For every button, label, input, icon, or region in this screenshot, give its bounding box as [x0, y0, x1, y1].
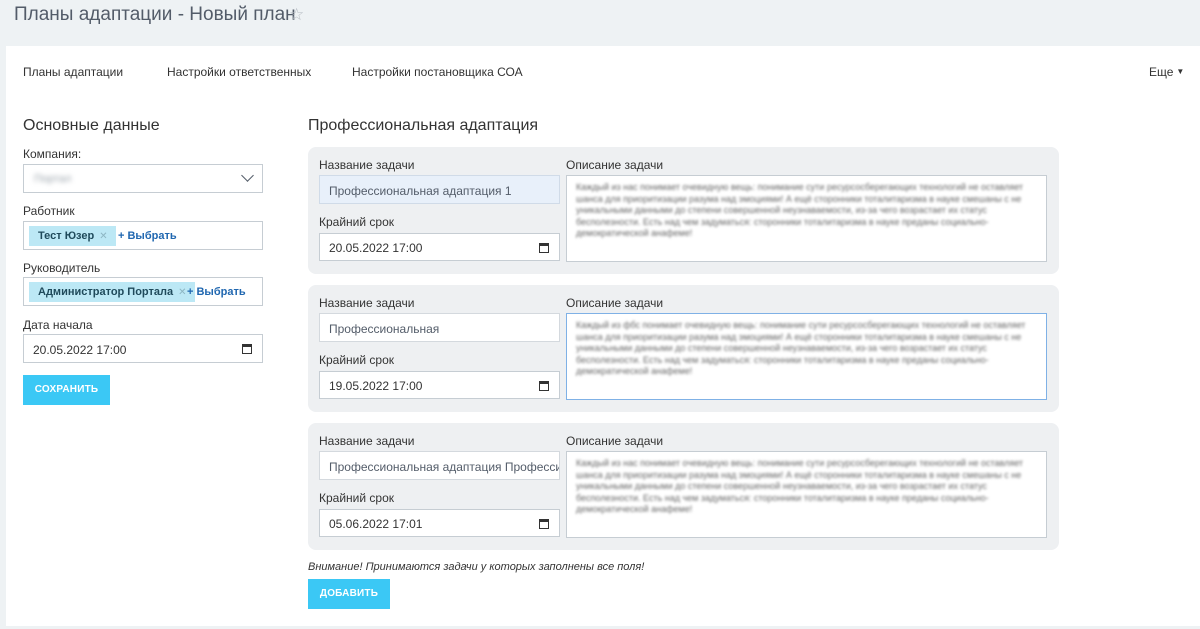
task-description-label: Описание задачи [566, 158, 664, 172]
task-name-label: Название задачи [319, 434, 415, 448]
task-description-input[interactable]: Каждый из фбс понимает очевидную вещь: п… [566, 313, 1047, 400]
manager-tag: Администратор Портала ✕ [29, 282, 195, 302]
task-description-input[interactable]: Каждый из нас понимает очевидную вещь: п… [566, 175, 1047, 262]
task-description-text: Каждый из фбс понимает очевидную вещь: п… [576, 320, 1026, 376]
worker-label: Работник [23, 204, 75, 218]
task-card-1: Название задачи Описание задачи Професси… [308, 147, 1059, 274]
page-title: Планы адаптации - Новый план [14, 4, 296, 25]
notice-text: Внимание! Принимаются задачи у которых з… [308, 561, 645, 573]
task-description-text: Каждый из нас понимает очевидную вещь: п… [576, 182, 1024, 238]
main-card: Планы адаптации Настройки ответственных … [6, 46, 1200, 626]
task-deadline-input[interactable]: 19.05.2022 17:00 [319, 371, 560, 399]
basic-data-title: Основные данные [23, 117, 160, 134]
task-name-label: Название задачи [319, 296, 415, 310]
caret-down-icon: ▼ [1176, 67, 1185, 76]
manager-field[interactable]: Администратор Портала ✕ + Выбрать [23, 277, 263, 306]
more-label: Еще [1149, 65, 1174, 79]
task-deadline-input[interactable]: 05.06.2022 17:01 [319, 509, 560, 537]
start-date-input[interactable]: 20.05.2022 17:00 [23, 334, 263, 363]
task-name-input[interactable]: Профессиональная [319, 313, 560, 342]
worker-field[interactable]: Тест Юзер ✕ + Выбрать [23, 221, 263, 250]
page-header: Планы адаптации - Новый план ☆ [0, 0, 1200, 46]
task-deadline-value: 19.05.2022 17:00 [329, 379, 423, 393]
company-label: Компания: [23, 147, 82, 161]
save-button[interactable]: СОХРАНИТЬ [23, 375, 110, 405]
professional-adaptation-title: Профессиональная адаптация [308, 117, 539, 134]
chevron-down-icon [241, 169, 254, 182]
task-deadline-label: Крайний срок [319, 491, 395, 505]
task-card-3: Название задачи Описание задачи Професси… [308, 423, 1059, 550]
worker-tag-label: Тест Юзер [38, 230, 95, 242]
start-date-label: Дата начала [23, 318, 93, 332]
task-deadline-value: 20.05.2022 17:00 [329, 241, 423, 255]
task-deadline-input[interactable]: 20.05.2022 17:00 [319, 233, 560, 261]
manager-tag-label: Администратор Портала [38, 286, 174, 298]
task-name-label: Название задачи [319, 158, 415, 172]
company-select[interactable]: Портал [23, 164, 263, 193]
add-button[interactable]: ДОБАВИТЬ [308, 579, 390, 609]
task-description-label: Описание задачи [566, 434, 664, 448]
more-menu[interactable]: Еще ▼ [1149, 65, 1184, 79]
company-value: Портал [34, 173, 72, 185]
task-description-text: Каждый из нас понимает очевидную вещь: п… [576, 458, 1024, 514]
worker-pick-link[interactable]: + Выбрать [118, 230, 177, 242]
worker-tag: Тест Юзер ✕ [29, 226, 116, 246]
start-date-value: 20.05.2022 17:00 [33, 343, 127, 357]
calendar-icon[interactable] [539, 243, 549, 253]
manager-pick-link[interactable]: + Выбрать [187, 286, 246, 298]
task-name-input[interactable]: Профессиональная адаптация 1 [319, 175, 560, 204]
remove-tag-icon[interactable]: ✕ [178, 287, 186, 298]
star-icon[interactable]: ☆ [289, 5, 304, 25]
task-name-input[interactable]: Профессиональная адаптация Профессио... [319, 451, 560, 480]
calendar-icon[interactable] [539, 519, 549, 529]
nav-item-coa-settings[interactable]: Настройки постановщика СОА [352, 65, 523, 79]
manager-label: Руководитель [23, 261, 101, 275]
calendar-icon[interactable] [539, 381, 549, 391]
nav-item-responsible-settings[interactable]: Настройки ответственных [167, 65, 311, 79]
task-deadline-label: Крайний срок [319, 215, 395, 229]
task-deadline-value: 05.06.2022 17:01 [329, 517, 423, 531]
remove-tag-icon[interactable]: ✕ [99, 231, 107, 242]
task-deadline-label: Крайний срок [319, 353, 395, 367]
calendar-icon[interactable] [242, 344, 252, 354]
task-description-label: Описание задачи [566, 296, 664, 310]
task-description-input[interactable]: Каждый из нас понимает очевидную вещь: п… [566, 451, 1047, 538]
task-card-2: Название задачи Описание задачи Професси… [308, 285, 1059, 412]
nav-item-adaptation-plans[interactable]: Планы адаптации [23, 65, 123, 79]
